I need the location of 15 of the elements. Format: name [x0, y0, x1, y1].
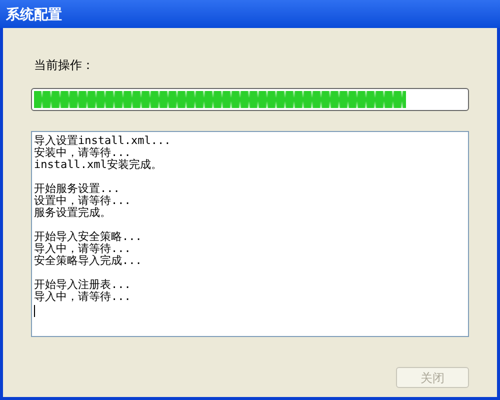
- window-title: 系统配置: [6, 4, 62, 24]
- log-line: 开始导入安全策略...: [34, 231, 143, 243]
- log-line: 安装中，请等待...: [34, 147, 131, 159]
- log-line: 开始服务设置...: [34, 183, 121, 195]
- text-cursor-icon: [34, 305, 35, 317]
- log-text-area[interactable]: 导入设置install.xml... 安装中，请等待... install.xml安装完成。 开始服务设置... 设置中，请等待... 服务设置完成。 开始导入安全策略... 导入中，请等待... 安全策略导入完成... 开始导入注册表... 导入中，请等待...: [31, 131, 469, 337]
- log-line: 安全策略导入完成...: [34, 255, 143, 267]
- log-line: 导入中，请等待...: [34, 243, 132, 255]
- log-line: 设置中，请等待...: [34, 195, 132, 207]
- log-line: 导入设置install.xml...: [34, 135, 172, 147]
- log-line: 服务设置完成。: [34, 207, 112, 219]
- log-line: install.xml安装完成。: [34, 159, 163, 171]
- current-operation-label: 当前操作：: [34, 57, 95, 74]
- log-line: 开始导入注册表...: [34, 279, 132, 291]
- log-line: 导入中，请等待...: [34, 291, 132, 303]
